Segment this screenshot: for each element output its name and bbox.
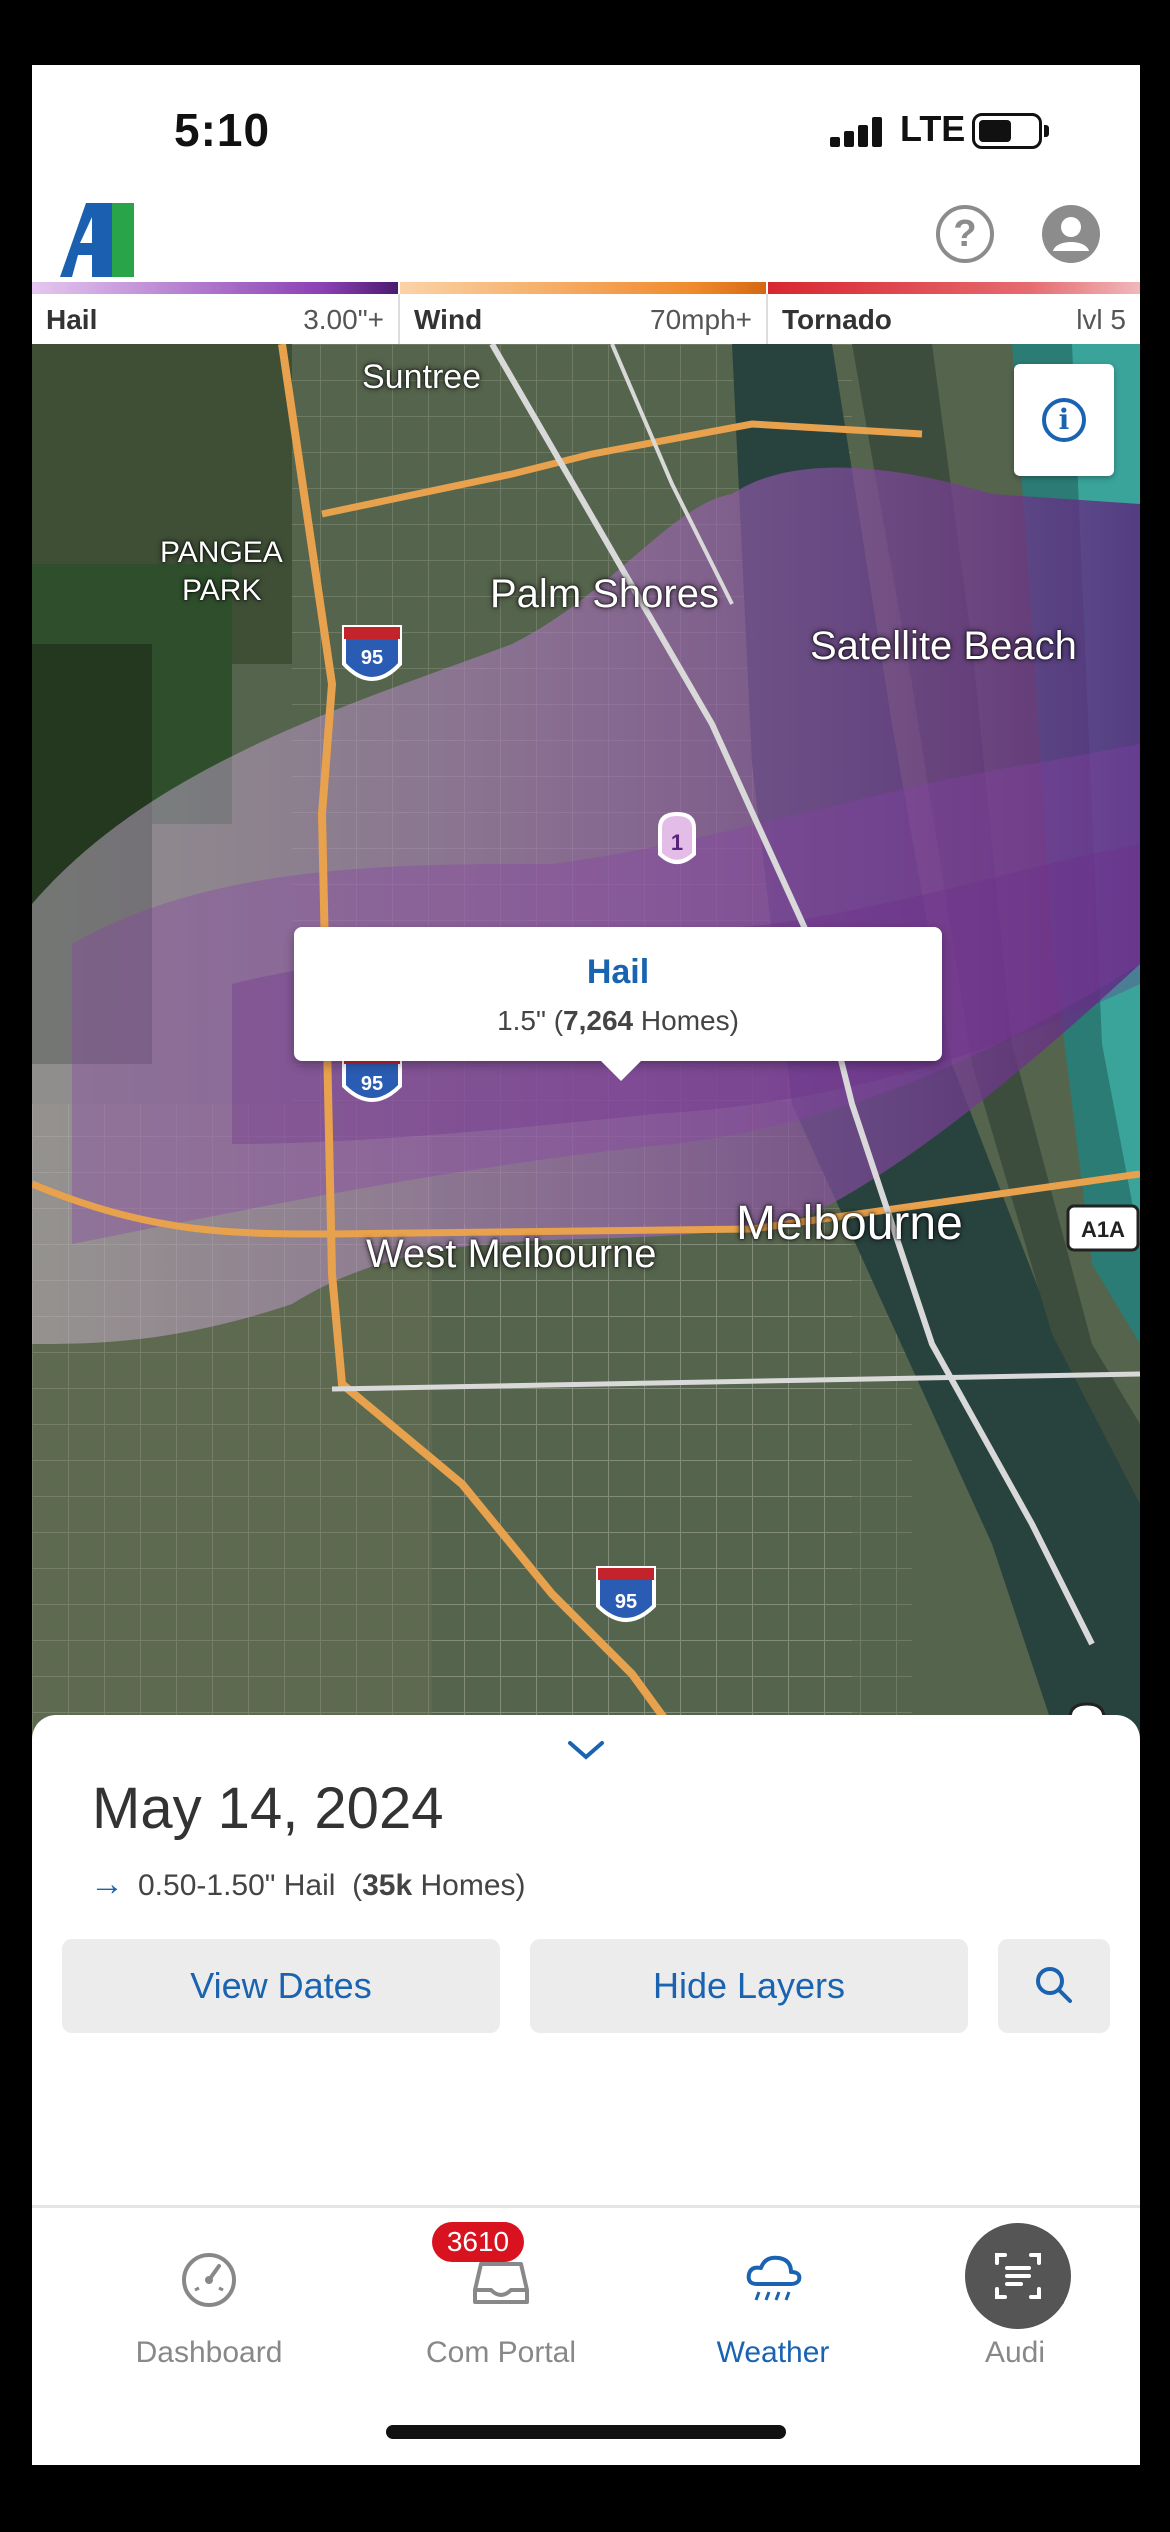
a1a-shield: A1A: [1066, 1204, 1140, 1252]
phone-screen: 5:10 LTE ? Hail 3.00"+ Wind 70mph+ Torna…: [32, 65, 1140, 2465]
map-view[interactable]: 95 95 95 1 1 A1A: [32, 344, 1140, 1784]
storm-homes-label: Homes: [420, 1869, 516, 1902]
legend-tornado[interactable]: Tornado lvl 5: [768, 282, 1140, 344]
arrow-right-icon: →: [90, 1865, 124, 1903]
legend-hail-value: 3.00"+: [303, 304, 384, 335]
info-icon: i: [1042, 398, 1086, 442]
notification-badge: 3610: [432, 2222, 524, 2262]
map-label-park: PARK: [182, 574, 262, 607]
tab-com-portal-label: Com Portal: [425, 2336, 577, 2369]
scan-text-button[interactable]: [965, 2223, 1071, 2329]
legend-tornado-name: Tornado: [782, 304, 892, 335]
severity-legend: Hail 3.00"+ Wind 70mph+ Tornado lvl 5: [32, 282, 1140, 344]
map-label-west-melbourne: West Melbourne: [366, 1232, 657, 1276]
storm-range: 0.50-1.50" Hail: [138, 1869, 336, 1902]
dashboard-icon: [182, 2253, 236, 2307]
storm-detail-sheet: May 14, 2024 → 0.50-1.50" Hail (35k Homes…: [32, 1715, 1140, 2275]
status-time: 5:10: [174, 104, 271, 156]
battery-icon: [972, 113, 1049, 149]
us1-shield-north: 1: [658, 811, 696, 864]
legend-wind-value: 70mph+: [650, 304, 752, 335]
weather-icon: [746, 2255, 802, 2301]
i95-shield-south: 95: [596, 1566, 656, 1622]
storm-summary: → 0.50-1.50" Hail (35k Homes): [90, 1865, 526, 1903]
tab-weather[interactable]: Weather: [648, 2208, 898, 2388]
legend-hail-name: Hail: [46, 304, 98, 335]
view-dates-button[interactable]: View Dates: [62, 1939, 500, 2033]
search-button[interactable]: [998, 1939, 1110, 2033]
popup-detail: 1.5" (7,264 Homes): [497, 1005, 739, 1036]
storm-date: May 14, 2024: [92, 1776, 444, 1841]
popup-homes-count: 7,264: [563, 1005, 634, 1036]
network-label: LTE: [900, 108, 966, 149]
help-icon[interactable]: ?: [936, 205, 994, 263]
i95-shield-north: 95: [342, 625, 402, 681]
map-label-suntree: Suntree: [362, 358, 482, 396]
hide-layers-button[interactable]: Hide Layers: [530, 1939, 968, 2033]
map-info-button[interactable]: i: [1014, 364, 1114, 476]
status-bar: 5:10 LTE: [32, 65, 1140, 195]
search-icon: [1036, 1967, 1072, 2003]
legend-wind-name: Wind: [414, 304, 483, 335]
scan-text-icon: [995, 2253, 1041, 2299]
storm-homes-count: 35k: [362, 1869, 413, 1902]
tab-audience-label: Audi: [984, 2336, 1046, 2369]
popup-homes-label: Homes: [640, 1005, 730, 1036]
tab-weather-label: Weather: [716, 2336, 830, 2369]
svg-text:A1A: A1A: [1081, 1217, 1125, 1242]
home-indicator: [386, 2425, 786, 2439]
profile-icon[interactable]: [1042, 205, 1100, 263]
map-label-satellite-beach: Satellite Beach: [810, 624, 1077, 668]
signal-icon: [830, 117, 890, 147]
tab-dashboard[interactable]: Dashboard: [84, 2208, 334, 2388]
legend-tornado-value: lvl 5: [1076, 304, 1126, 335]
legend-hail[interactable]: Hail 3.00"+: [32, 282, 398, 344]
hail-popup[interactable]: Hail 1.5" (7,264 Homes): [294, 927, 942, 1081]
svg-text:1: 1: [671, 830, 683, 855]
svg-text:95: 95: [361, 647, 383, 669]
map-label-pangea: PANGEA: [160, 536, 283, 569]
app-logo[interactable]: [60, 201, 156, 281]
svg-text:95: 95: [361, 1073, 383, 1095]
map-label-palm-shores: Palm Shores: [490, 572, 719, 616]
chevron-down-icon[interactable]: [566, 1737, 606, 1763]
popup-size: 1.5": [497, 1005, 546, 1036]
popup-title: Hail: [586, 953, 650, 991]
svg-text:95: 95: [615, 1591, 637, 1613]
legend-wind[interactable]: Wind 70mph+: [400, 282, 766, 344]
map-label-melbourne: Melbourne: [736, 1197, 963, 1250]
tab-dashboard-label: Dashboard: [135, 2336, 283, 2369]
